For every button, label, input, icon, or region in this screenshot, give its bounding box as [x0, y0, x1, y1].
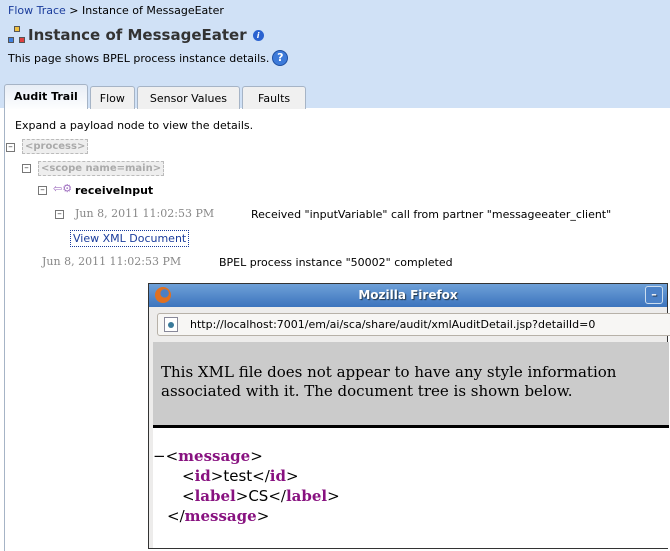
breadcrumb-current: Instance of MessageEater	[82, 4, 224, 17]
view-xml-document-link[interactable]: View XML Document	[70, 230, 190, 247]
event2-text: BPEL process instance "50002" completed	[219, 256, 453, 269]
xml-message-close: </message>	[167, 507, 270, 525]
process-node: <process>	[22, 139, 89, 154]
tab-faults[interactable]: Faults	[242, 86, 307, 111]
activity-name: receiveInput	[75, 184, 154, 197]
receive-activity-icon: ⇦⚙	[53, 182, 73, 195]
page-description-row: This page shows BPEL process instance de…	[8, 50, 289, 66]
window-titlebar[interactable]: Mozilla Firefox –	[149, 284, 667, 307]
scope-node: <scope name=main>	[38, 161, 165, 176]
firefox-logo-icon	[155, 287, 171, 303]
xml-notice: This XML file does not appear to have an…	[153, 342, 669, 428]
page-description: This page shows BPEL process instance de…	[8, 51, 270, 65]
page-title-row: Instance of MessageEater i	[8, 26, 264, 44]
tab-flow[interactable]: Flow	[89, 86, 135, 111]
tab-sensor-values[interactable]: Sensor Values	[136, 86, 241, 111]
window-title: Mozilla Firefox	[358, 288, 458, 302]
page-icon	[164, 317, 178, 332]
tab-audit-trail[interactable]: Audit Trail	[4, 84, 88, 111]
event1-text: Received "inputVariable" call from partn…	[251, 208, 612, 221]
page-title: Instance of MessageEater	[28, 26, 247, 44]
breadcrumb: Flow Trace > Instance of MessageEater	[8, 4, 224, 17]
xml-message-open: −<message>	[153, 447, 263, 465]
url-bar[interactable]: http://localhost:7001/em/ai/sca/share/au…	[157, 313, 670, 336]
help-icon[interactable]: ?	[272, 50, 289, 66]
xml-collapse-toggle[interactable]: −	[153, 447, 166, 465]
xml-label-line: <label>CS</label>	[182, 487, 340, 505]
info-icon[interactable]: i	[252, 29, 264, 41]
process-icon	[8, 26, 26, 44]
page-header: Flow Trace > Instance of MessageEater In…	[0, 0, 670, 111]
minimize-button[interactable]: –	[645, 286, 663, 304]
collapse-event-toggle[interactable]: –	[55, 210, 64, 219]
url-text: http://localhost:7001/em/ai/sca/share/au…	[190, 318, 596, 331]
xml-id-line: <id>test</id>	[182, 467, 299, 485]
event2-date: Jun 8, 2011 11:02:53 PM	[42, 255, 182, 268]
event1-date: Jun 8, 2011 11:02:53 PM	[75, 207, 215, 220]
breadcrumb-flow-trace[interactable]: Flow Trace	[8, 4, 66, 17]
firefox-popup-window: Mozilla Firefox – http://localhost:7001/…	[148, 283, 670, 549]
tab-bar: Audit Trail Flow Sensor Values Faults	[4, 84, 307, 111]
breadcrumb-separator: >	[69, 4, 79, 17]
collapse-scope-toggle[interactable]: –	[22, 164, 31, 173]
collapse-process-toggle[interactable]: –	[6, 143, 15, 152]
xml-tree: −<message> <id>test</id> <label>CS</labe…	[153, 428, 669, 548]
collapse-receive-toggle[interactable]: –	[38, 186, 47, 195]
audit-hint: Expand a payload node to view the detail…	[15, 119, 254, 132]
